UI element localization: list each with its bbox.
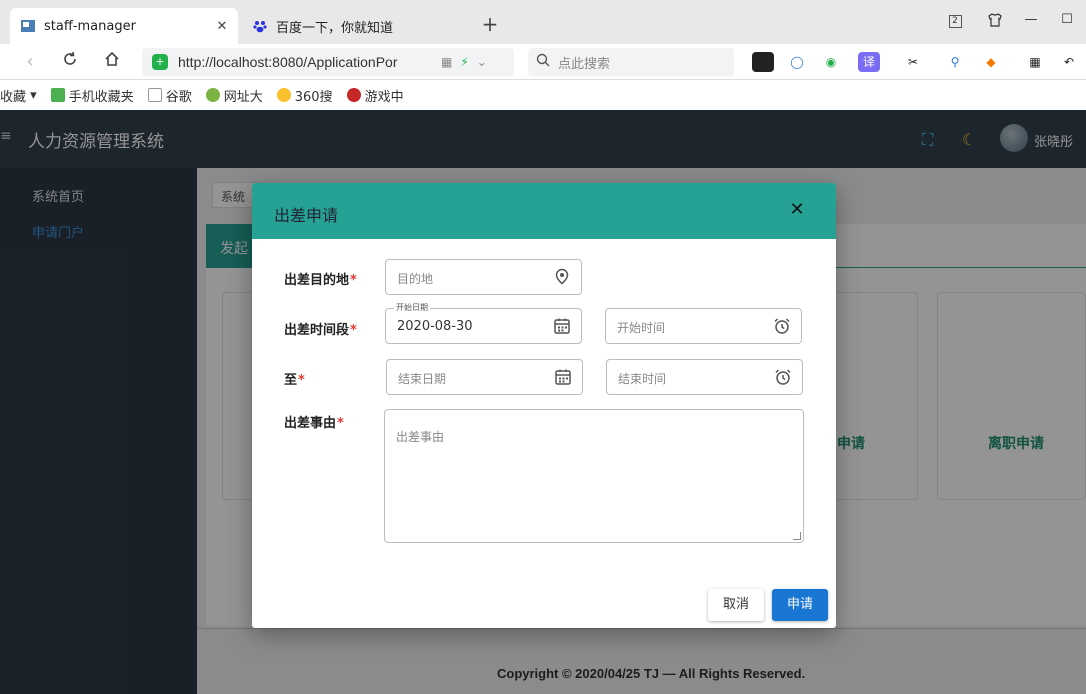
url-box[interactable]: + http://localhost:8080/ApplicationPor ▦… (142, 48, 514, 76)
reason-placeholder: 出差事由 (396, 430, 445, 444)
apps-grid-icon[interactable]: ▦ (1024, 52, 1046, 72)
bookmark-360[interactable]: 360搜 (276, 86, 333, 105)
destination-label: 出差目的地* (284, 273, 357, 288)
calendar-icon[interactable] (553, 317, 571, 335)
browser-tab-active[interactable]: staff-manager ✕ (10, 8, 238, 44)
search-placeholder: 点此搜索 (558, 56, 611, 72)
url-text: http://localhost:8080/ApplicationPor (178, 54, 398, 70)
game-g-icon (346, 88, 361, 102)
apply-button[interactable]: 申请 (772, 589, 828, 621)
scissors-icon[interactable]: ✂ (902, 52, 924, 72)
business-trip-dialog: 出差申请 ✕ 出差目的地* 目的地 出差时间段* 开始日期 2020-08-30… (252, 183, 836, 628)
address-bar: ‹ + http://localhost:8080/ApplicationPor… (0, 44, 1086, 80)
start-date-value: 2020-08-30 (397, 319, 473, 334)
end-date-placeholder: 结束日期 (398, 372, 447, 386)
shirt-icon[interactable] (984, 12, 1006, 32)
phone-icon (50, 88, 65, 102)
search-box[interactable]: 点此搜索 (528, 48, 734, 76)
location-pin-icon (553, 268, 571, 286)
start-date-input[interactable]: 开始日期 2020-08-30 (385, 303, 582, 344)
browser-tab-baidu[interactable]: 百度一下，你就知道 (246, 8, 466, 44)
baidu-paw-icon (252, 18, 268, 34)
extension-translate-circle-icon[interactable]: ◯ (786, 52, 808, 72)
compass-icon (205, 88, 220, 102)
bookmark-games[interactable]: 游戏中 (346, 86, 404, 105)
close-icon[interactable]: ✕ (786, 199, 808, 221)
period-label: 出差时间段* (284, 323, 357, 338)
reason-label: 出差事由* (284, 416, 344, 431)
zoom-icon[interactable]: ⚲ (944, 52, 966, 72)
reason-textarea[interactable]: 出差事由 (384, 409, 804, 543)
bookmark-favorites[interactable]: 收藏 ▾ (0, 86, 37, 105)
bookmarks-bar: 收藏 ▾ 手机收藏夹 谷歌 网址大 360搜 游戏中 (0, 80, 1086, 110)
end-time-placeholder: 结束时间 (618, 372, 667, 386)
back-icon[interactable]: ‹ (18, 50, 42, 74)
extension-chat-icon[interactable]: ◉ (820, 52, 842, 72)
search-icon (536, 53, 550, 71)
until-label: 至* (284, 373, 305, 388)
bookmark-mobile[interactable]: 手机收藏夹 (50, 86, 134, 105)
destination-placeholder: 目的地 (397, 272, 434, 286)
browser-tab-bar: staff-manager ✕ 百度一下，你就知道 + 2 — ☐ (0, 0, 1086, 44)
start-time-input[interactable]: 开始时间 (605, 308, 802, 344)
so-icon (276, 88, 291, 102)
resize-handle-icon[interactable] (793, 532, 801, 540)
end-date-input[interactable]: 结束日期 (386, 359, 583, 395)
minimize-icon[interactable]: — (1020, 12, 1042, 27)
qr-icon[interactable]: ▦ (441, 55, 452, 69)
calendar-icon[interactable] (554, 368, 572, 386)
alarm-clock-icon[interactable] (773, 317, 791, 335)
extension-translate-icon[interactable]: 译 (858, 52, 880, 72)
game-icon[interactable]: ◆ (980, 52, 1002, 72)
maximize-icon[interactable]: ☐ (1056, 12, 1078, 27)
bookmark-google[interactable]: 谷歌 (147, 86, 192, 105)
reload-icon[interactable] (58, 50, 82, 74)
home-icon[interactable] (100, 50, 124, 74)
cancel-button[interactable]: 取消 (708, 589, 764, 621)
start-time-placeholder: 开始时间 (617, 321, 666, 335)
app-favicon-icon (20, 18, 36, 34)
chevron-down-icon[interactable]: ⌄ (477, 55, 487, 69)
dialog-header: 出差申请 ✕ (252, 183, 836, 239)
secure-shield-icon: + (152, 54, 168, 70)
page-icon (147, 88, 162, 102)
new-tab-plus-icon[interactable]: + (478, 12, 502, 36)
dialog-title: 出差申请 (274, 206, 339, 225)
end-time-input[interactable]: 结束时间 (606, 359, 803, 395)
alarm-clock-icon[interactable] (774, 368, 792, 386)
bookmark-sites[interactable]: 网址大 (205, 86, 263, 105)
extension-mask-icon[interactable] (752, 52, 774, 72)
tab-count-badge[interactable]: 2 (944, 12, 966, 28)
undo-icon[interactable]: ↶ (1058, 52, 1080, 72)
tab-title: staff-manager (44, 18, 136, 34)
start-date-floating-label: 开始日期 (394, 303, 430, 313)
tab-title: 百度一下，你就知道 (276, 20, 394, 36)
tab-close-icon[interactable]: ✕ (212, 19, 232, 34)
lightning-icon[interactable]: ⚡ (460, 55, 468, 69)
destination-input[interactable]: 目的地 (385, 259, 582, 295)
